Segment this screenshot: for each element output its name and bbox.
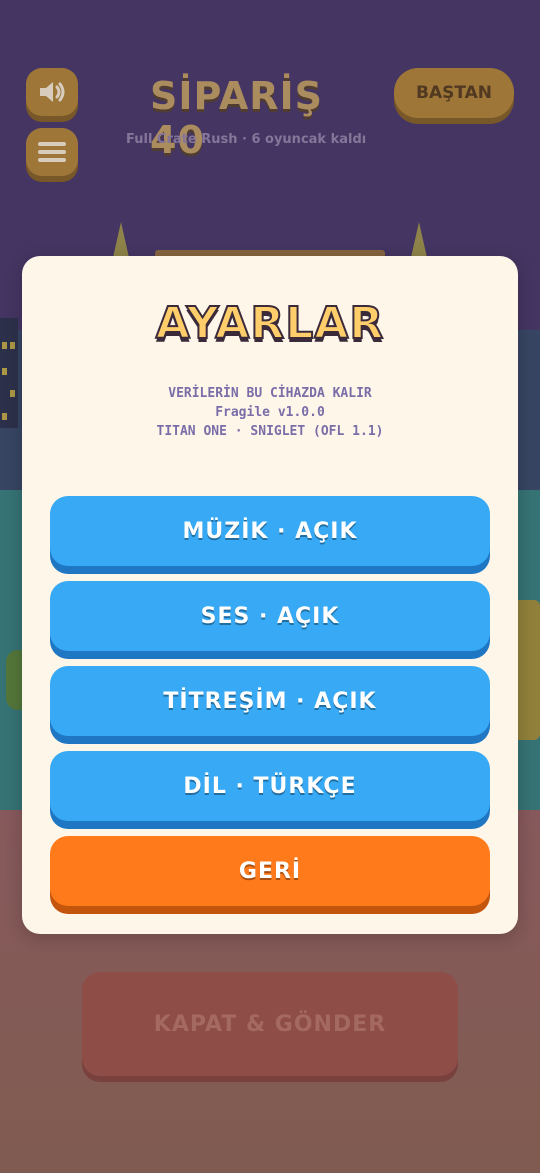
language-button[interactable]: DİL · TÜRKÇE xyxy=(50,751,490,821)
settings-modal: AYARLAR VERİLERİN BU CİHAZDA KALIR Fragi… xyxy=(22,256,518,934)
music-toggle-button[interactable]: MÜZİK · AÇIK xyxy=(50,496,490,566)
back-button[interactable]: GERİ xyxy=(50,836,490,906)
settings-title: AYARLAR xyxy=(155,297,385,350)
sound-effects-toggle-button[interactable]: SES · AÇIK xyxy=(50,581,490,651)
version-label: Fragile v1.0.0 xyxy=(215,405,325,420)
vibration-toggle-button[interactable]: TİTREŞİM · AÇIK xyxy=(50,666,490,736)
privacy-note: VERİLERİN BU CİHAZDA KALIR xyxy=(168,386,372,401)
font-credits: TITAN ONE · SNIGLET (OFL 1.1) xyxy=(156,424,384,439)
